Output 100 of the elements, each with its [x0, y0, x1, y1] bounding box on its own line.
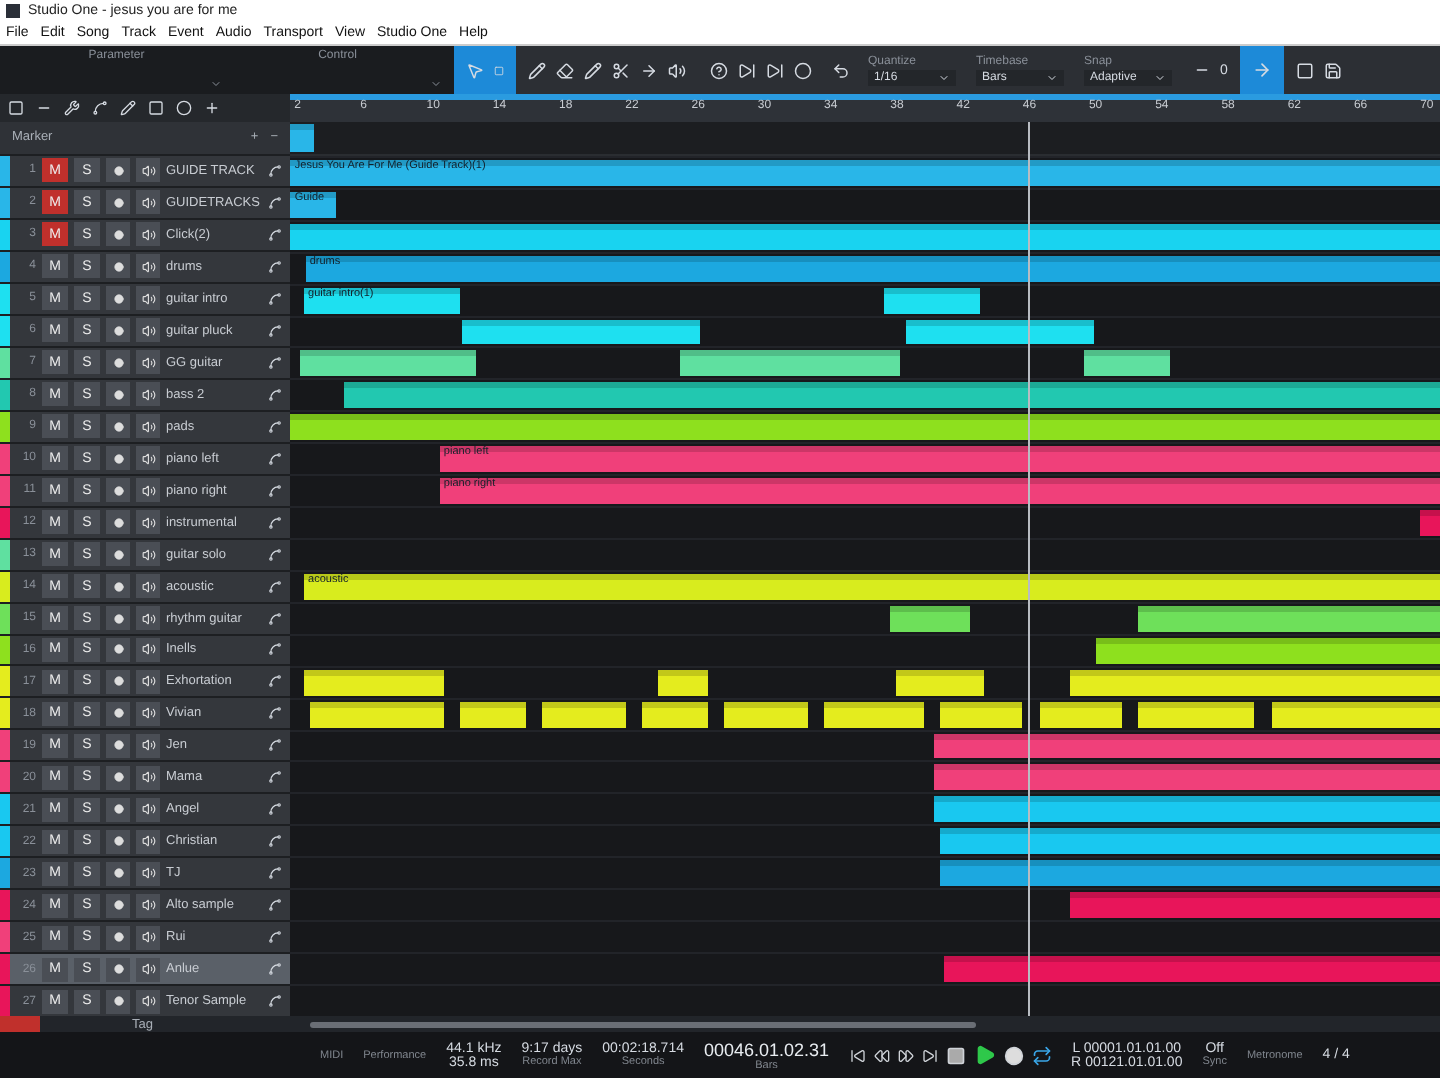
speaker-icon[interactable]	[136, 893, 160, 918]
arrow-right-icon[interactable]	[1251, 60, 1272, 80]
record-icon[interactable]	[106, 829, 130, 854]
speaker-icon[interactable]	[136, 382, 160, 407]
audio-clip[interactable]	[933, 733, 1440, 759]
arrow-icon[interactable]	[640, 61, 658, 79]
circle-icon[interactable]	[176, 100, 192, 116]
audio-clip[interactable]	[1070, 892, 1440, 919]
play-icon[interactable]	[973, 1044, 996, 1066]
speaker-icon[interactable]	[136, 989, 160, 1014]
audio-clip[interactable]	[1271, 701, 1440, 728]
audio-clip[interactable]	[896, 669, 985, 696]
skip-end-icon[interactable]	[921, 1047, 938, 1063]
speaker-icon[interactable]	[668, 61, 686, 79]
record-icon[interactable]	[106, 254, 130, 279]
audio-clip[interactable]	[658, 669, 709, 696]
skip-icon[interactable]	[738, 61, 756, 79]
record-icon[interactable]	[106, 446, 130, 471]
record-icon[interactable]	[106, 989, 130, 1014]
audio-clip[interactable]	[944, 955, 1440, 982]
audio-clip[interactable]	[641, 701, 709, 728]
stop-icon[interactable]	[945, 1045, 966, 1065]
audio-clip[interactable]	[459, 701, 526, 728]
audio-clip[interactable]	[290, 223, 1440, 250]
speaker-icon[interactable]	[136, 318, 160, 343]
record-icon[interactable]	[106, 414, 130, 439]
record-icon[interactable]	[106, 765, 130, 790]
curve-icon[interactable]	[92, 100, 108, 116]
audio-clip[interactable]	[1070, 669, 1440, 696]
scissors-icon[interactable]	[612, 61, 630, 79]
audio-clip[interactable]	[300, 350, 477, 377]
audio-clip[interactable]	[939, 860, 1440, 887]
audio-clip[interactable]	[939, 828, 1440, 855]
record-icon[interactable]	[106, 382, 130, 407]
wrench-icon[interactable]	[64, 100, 80, 116]
audio-clip[interactable]	[883, 287, 980, 314]
audio-clip[interactable]	[890, 605, 970, 632]
audio-clip[interactable]	[906, 319, 1094, 345]
record-icon[interactable]	[106, 701, 130, 726]
audio-clip[interactable]	[933, 796, 1440, 823]
audio-clip[interactable]	[724, 701, 808, 728]
record-icon[interactable]	[106, 925, 130, 950]
speaker-icon[interactable]	[136, 510, 160, 535]
loop-icon[interactable]	[1031, 1045, 1052, 1065]
speaker-icon[interactable]	[136, 606, 160, 631]
record-icon[interactable]	[106, 893, 130, 918]
record-icon[interactable]	[1003, 1045, 1024, 1065]
save-icon[interactable]	[1323, 61, 1342, 79]
audio-clip[interactable]	[1083, 350, 1171, 377]
eraser-icon[interactable]	[556, 61, 574, 79]
circle-icon[interactable]	[794, 61, 812, 79]
speaker-icon[interactable]	[136, 574, 160, 599]
audio-clip[interactable]	[310, 701, 444, 728]
record-icon[interactable]	[106, 478, 130, 503]
start-marker[interactable]	[290, 124, 314, 152]
scrollbar-thumb[interactable]	[310, 1021, 976, 1027]
audio-clip[interactable]	[542, 701, 626, 728]
speaker-icon[interactable]	[136, 542, 160, 567]
speaker-icon[interactable]	[136, 861, 160, 886]
speaker-icon[interactable]	[136, 414, 160, 439]
speaker-icon[interactable]	[136, 190, 160, 215]
speaker-icon[interactable]	[136, 222, 160, 247]
record-icon[interactable]	[106, 510, 130, 535]
speaker-icon[interactable]	[136, 765, 160, 790]
fast-forward-icon[interactable]	[897, 1047, 914, 1063]
speaker-icon[interactable]	[136, 286, 160, 311]
record-icon[interactable]	[106, 190, 130, 215]
audio-clip[interactable]	[1138, 605, 1440, 632]
speaker-icon[interactable]	[136, 829, 160, 854]
audio-clip[interactable]	[933, 764, 1440, 791]
arrow-tool-icon[interactable]	[466, 61, 484, 79]
record-icon[interactable]	[106, 158, 130, 183]
help-icon[interactable]	[710, 61, 728, 79]
record-icon[interactable]	[106, 669, 130, 694]
speaker-icon[interactable]	[136, 925, 160, 950]
audio-clip[interactable]	[1138, 701, 1255, 728]
record-icon[interactable]	[106, 733, 130, 758]
speaker-icon[interactable]	[136, 797, 160, 822]
audio-clip[interactable]	[679, 350, 901, 377]
audio-clip[interactable]	[1095, 637, 1440, 664]
record-icon[interactable]	[106, 542, 130, 567]
audio-clip[interactable]	[1039, 701, 1123, 728]
audio-clip[interactable]	[290, 414, 1440, 441]
speaker-icon[interactable]	[136, 701, 160, 726]
record-icon[interactable]	[106, 286, 130, 311]
record-icon[interactable]	[106, 606, 130, 631]
audio-clip[interactable]	[824, 701, 924, 728]
record-icon[interactable]	[106, 222, 130, 247]
record-icon[interactable]	[106, 637, 130, 662]
add-icon[interactable]	[204, 100, 220, 116]
audio-clip[interactable]	[461, 319, 700, 345]
speaker-icon[interactable]	[136, 158, 160, 183]
skip-icon[interactable]	[766, 61, 784, 79]
pencil-icon[interactable]	[528, 61, 546, 79]
rewind-start-icon[interactable]	[849, 1047, 866, 1063]
speaker-icon[interactable]	[136, 669, 160, 694]
record-icon[interactable]	[106, 797, 130, 822]
record-icon[interactable]	[106, 861, 130, 886]
speaker-icon[interactable]	[136, 957, 160, 982]
speaker-icon[interactable]	[136, 254, 160, 279]
